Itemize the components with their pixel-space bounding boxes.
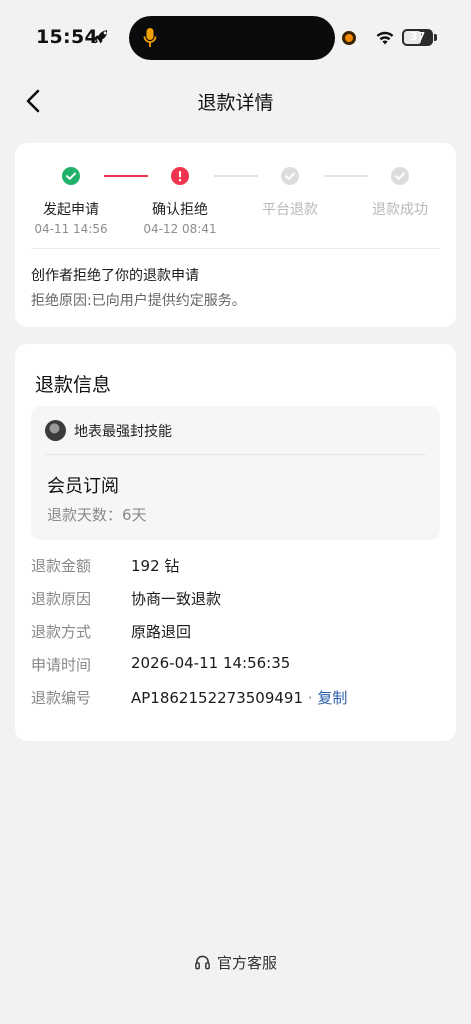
refund-days: 退款天数：6天 (47, 506, 147, 524)
step-label: 退款成功 (372, 202, 428, 218)
customer-service-button[interactable]: 官方客服 (0, 952, 471, 975)
check-icon (281, 167, 299, 185)
battery-tip (434, 34, 437, 41)
step-time: 04-12 08:41 (143, 222, 217, 236)
step-time: 04-11 14:56 (34, 222, 108, 236)
refund-info-card: 退款信息 地表最强封技能 会员订阅 退款天数：6天 退款金额 192 钻 退款原… (15, 344, 456, 741)
customer-service-label: 官方客服 (216, 954, 277, 972)
detail-value: 协商一致退款 (131, 590, 222, 608)
progress-steps: 发起申请 04-11 14:56 确认拒绝 04-12 08:41 平台退款 退… (15, 143, 456, 243)
copy-button[interactable]: 复制 (317, 689, 347, 707)
section-title: 退款信息 (35, 374, 112, 396)
refund-progress-card: 发起申请 04-11 14:56 确认拒绝 04-12 08:41 平台退款 退… (15, 143, 456, 327)
divider (45, 454, 426, 455)
progress-step: 发起申请 04-11 14:56 (16, 165, 126, 238)
copy-separator: · (303, 689, 318, 707)
dynamic-island (129, 16, 335, 60)
divider (31, 248, 440, 249)
detail-row: 申请时间 2026-04-11 14:56:35 (31, 648, 441, 681)
microphone-icon (143, 28, 157, 47)
headset-icon (195, 955, 210, 970)
step-label: 平台退款 (262, 202, 318, 218)
detail-label: 退款金额 (31, 557, 92, 575)
refund-details: 退款金额 192 钻 退款原因 协商一致退款 退款方式 原路退回 申请时间 20… (31, 549, 441, 714)
detail-row: 退款原因 协商一致退款 (31, 582, 441, 615)
step-time (235, 222, 345, 238)
detail-label: 退款原因 (31, 590, 92, 608)
product-box: 地表最强封技能 会员订阅 退款天数：6天 (31, 406, 440, 540)
detail-label: 退款编号 (31, 689, 92, 707)
rocket-icon (94, 30, 108, 44)
avatar (45, 420, 66, 441)
step-label: 确认拒绝 (152, 202, 208, 218)
detail-label: 退款方式 (31, 623, 92, 641)
exclamation-icon (171, 167, 189, 185)
nav-bar: 退款详情 (0, 76, 471, 126)
progress-step: 确认拒绝 04-12 08:41 (125, 165, 235, 238)
battery-level: 37 (409, 30, 426, 43)
progress-step: 平台退款 (235, 165, 345, 238)
refund-number-value: AP1862152273509491 (131, 689, 304, 707)
rejection-reason: 拒绝原因:已向用户提供约定服务。 (31, 293, 246, 309)
product-name: 会员订阅 (47, 476, 119, 497)
status-time: 15:54 (36, 26, 98, 48)
rejection-title: 创作者拒绝了你的退款申请 (31, 268, 199, 284)
check-icon (62, 167, 80, 185)
detail-row: 退款方式 原路退回 (31, 615, 441, 648)
detail-value: 192 钻 (131, 557, 180, 575)
page-title: 退款详情 (197, 92, 274, 114)
detail-value: 2026-04-11 14:56:35 (131, 654, 291, 672)
creator-name: 地表最强封技能 (74, 424, 172, 440)
progress-step: 退款成功 (345, 165, 455, 238)
check-icon (391, 167, 409, 185)
detail-label: 申请时间 (31, 656, 92, 674)
battery-icon: 37 (402, 29, 433, 46)
detail-value: 原路退回 (131, 623, 192, 641)
detail-row: 退款编号 AP1862152273509491 · 复制 (31, 681, 441, 714)
status-bar: 15:54 37 (0, 0, 471, 76)
step-label: 发起申请 (43, 202, 99, 218)
refund-number: AP1862152273509491 · 复制 (131, 687, 347, 708)
wifi-icon (376, 31, 394, 45)
detail-row: 退款金额 192 钻 (31, 549, 441, 582)
recording-indicator (342, 31, 356, 45)
step-time (345, 222, 455, 238)
